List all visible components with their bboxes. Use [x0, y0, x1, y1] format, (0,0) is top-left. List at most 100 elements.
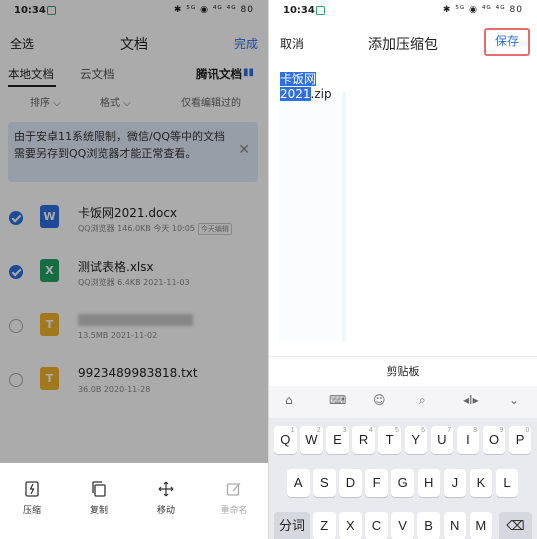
backspace-key[interactable]: ⌫	[499, 512, 532, 539]
filename-field[interactable]: 卡饭网2021.zip	[280, 70, 344, 101]
key-d[interactable]: D	[339, 469, 362, 497]
clipboard-bar[interactable]: 剪贴板	[269, 356, 537, 386]
file-meta: QQ浏览器 146.0KB 今天 10:05 今天编辑	[78, 223, 232, 235]
key-label: 分词	[278, 518, 305, 533]
file-name: 卡饭网2021.docx	[78, 206, 178, 220]
key-label: C	[371, 518, 382, 533]
file-type-icon: T	[40, 313, 59, 336]
background-shade	[279, 92, 341, 342]
key-w[interactable]: W2	[300, 426, 323, 454]
search-icon[interactable]: ⌕	[419, 393, 426, 408]
file-row[interactable]: X 测试表格.xlsx QQ浏览器 6.4KB 2021-11-03	[0, 254, 268, 304]
save-button[interactable]: 保存	[484, 28, 530, 56]
file-manager-panel: 10:34 ✱ ⁵ᴳ ◉ ⁴ᴳ ⁴ᴳ 80 全选 文档 完成 本地文档 云文档 …	[0, 0, 268, 539]
key-label: E	[333, 432, 342, 447]
active-tab-underline	[8, 85, 56, 87]
add-archive-panel: 10:34 ✱ ⁵ᴳ ◉ ⁴ᴳ ⁴ᴳ 80 取消 添加压缩包 保存 卡饭网202…	[269, 0, 537, 539]
key-i[interactable]: I8	[456, 426, 480, 454]
key-g[interactable]: G	[391, 469, 414, 497]
key-z[interactable]: Z	[313, 512, 336, 539]
key-r[interactable]: R4	[352, 426, 375, 454]
key-s[interactable]: S	[313, 469, 336, 497]
key-v[interactable]: V	[391, 512, 414, 539]
key-label: K	[476, 475, 486, 490]
status-bar: 10:34 ✱ ⁵ᴳ ◉ ⁴ᴳ ⁴ᴳ 80	[269, 0, 537, 22]
key-j[interactable]: J	[443, 469, 467, 497]
key-l[interactable]: L	[495, 469, 519, 497]
move-button[interactable]: 移动	[146, 481, 186, 516]
move-icon	[158, 481, 174, 497]
file-row[interactable]: T 13.5MB 2021-11-02	[0, 308, 268, 358]
file-meta-text: QQ浏览器 146.0KB 今天 10:05	[78, 224, 195, 233]
sort-dropdown[interactable]: 排序 ⌵	[30, 94, 61, 109]
filter-bar: 排序 ⌵ 格式 ⌵ 仅看编辑过的	[0, 94, 268, 114]
format-dropdown[interactable]: 格式 ⌵	[100, 94, 131, 109]
key-b[interactable]: B	[417, 512, 440, 539]
copy-label: 复制	[89, 506, 108, 516]
key-e[interactable]: E3	[326, 426, 349, 454]
tab-local-docs[interactable]: 本地文档	[8, 66, 54, 82]
archive-header: 取消 添加压缩包 保存	[269, 22, 537, 64]
key-label: P	[515, 432, 525, 447]
key-p[interactable]: P0	[508, 426, 532, 454]
file-meta-text: 36.0B 2020-11-28	[78, 385, 151, 394]
key-number-hint: 2	[316, 427, 321, 434]
key-u[interactable]: U7	[430, 426, 454, 454]
key-label: S	[320, 475, 329, 490]
file-manager-header: 全选 文档 完成	[0, 22, 268, 62]
key-label: O	[488, 432, 500, 447]
background-shade	[342, 92, 346, 342]
key-h[interactable]: H	[417, 469, 440, 497]
key-k[interactable]: K	[469, 469, 493, 497]
compress-button[interactable]: 压缩	[12, 481, 52, 516]
keyboard-icon[interactable]: ⌨	[329, 393, 346, 407]
key-label: H	[424, 475, 434, 490]
cursor-icon[interactable]: ◂I▸	[463, 393, 479, 407]
word-segment-key[interactable]: 分词	[274, 512, 310, 539]
compress-label: 压缩	[22, 506, 41, 516]
key-number-hint: 0	[525, 427, 530, 434]
tab-cloud-docs[interactable]: 云文档	[80, 66, 115, 82]
notice-banner: 由于安卓11系统限制，微信/QQ等中的文档需要另存到QQ浏览器才能正常查看。 ✕	[8, 122, 258, 182]
tab-tencent-docs[interactable]: 腾讯文档	[196, 66, 242, 82]
status-icons: ✱ ⁵ᴳ ◉ ⁴ᴳ ⁴ᴳ 80	[173, 5, 254, 15]
file-row[interactable]: T 9923489983818.txt 36.0B 2020-11-28	[0, 362, 268, 412]
key-t[interactable]: T5	[378, 426, 401, 454]
file-row[interactable]: W 卡饭网2021.docx QQ浏览器 146.0KB 今天 10:05 今天编辑	[0, 200, 268, 250]
select-checkbox[interactable]	[9, 265, 23, 279]
edited-only-filter[interactable]: 仅看编辑过的	[181, 94, 241, 109]
page-title: 文档	[120, 37, 148, 53]
key-n[interactable]: N	[443, 512, 466, 539]
rename-button[interactable]: 重命名	[214, 481, 254, 516]
key-m[interactable]: M	[469, 512, 493, 539]
collapse-icon[interactable]: ⌄	[509, 393, 519, 407]
file-meta-text: QQ浏览器 6.4KB 2021-11-03	[78, 278, 190, 287]
key-f[interactable]: F	[365, 469, 388, 497]
key-y[interactable]: Y6	[404, 426, 427, 454]
emoji-icon[interactable]: ☺	[373, 393, 386, 407]
key-o[interactable]: O9	[482, 426, 506, 454]
key-x[interactable]: X	[339, 512, 362, 539]
done-button[interactable]: 完成	[234, 35, 258, 52]
key-label: T	[385, 432, 394, 447]
key-label: U	[437, 432, 447, 447]
key-number-hint: 4	[368, 427, 373, 434]
key-a[interactable]: A	[287, 469, 310, 497]
select-checkbox[interactable]	[9, 373, 23, 387]
key-label: X	[346, 518, 355, 533]
key-label: I	[466, 432, 470, 447]
rename-icon	[226, 482, 241, 496]
app-notification-icon	[316, 6, 325, 15]
file-type-icon: X	[40, 259, 59, 282]
key-c[interactable]: C	[365, 512, 388, 539]
bottom-action-bar: 压缩 复制 移动 重命名	[0, 463, 268, 539]
file-name: 9923489983818.txt	[78, 366, 198, 380]
copy-button[interactable]: 复制	[79, 481, 119, 516]
select-checkbox[interactable]	[9, 319, 23, 333]
status-icons: ✱ ⁵ᴳ ◉ ⁴ᴳ ⁴ᴳ 80	[442, 5, 523, 15]
key-q[interactable]: Q1	[274, 426, 297, 454]
select-checkbox[interactable]	[9, 211, 23, 225]
close-icon[interactable]: ✕	[238, 142, 250, 159]
toolbox-icon[interactable]: ⌂	[285, 393, 293, 407]
key-label: L	[503, 475, 511, 490]
